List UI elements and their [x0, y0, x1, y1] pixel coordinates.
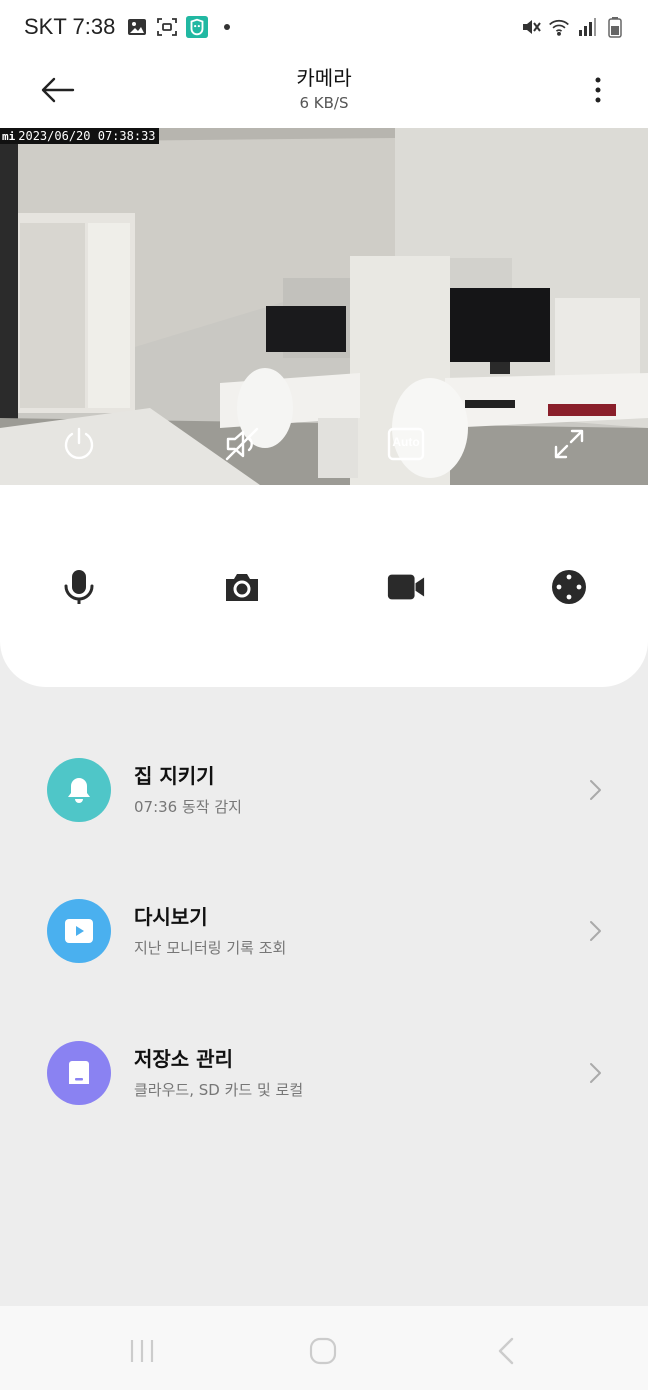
- talk-button[interactable]: [59, 567, 99, 607]
- chevron-right-icon: [590, 1063, 601, 1083]
- recent-apps-button[interactable]: [122, 1336, 162, 1366]
- storage-icon: [69, 1061, 89, 1084]
- direction-pad-icon: [552, 570, 586, 604]
- app-bar: 카메라 6 KB/S: [0, 56, 648, 128]
- list-item-playback[interactable]: 다시보기 지난 모니터링 기록 조회: [0, 899, 648, 1019]
- list-item-home-guard[interactable]: 집 지키기 07:36 동작 감지: [0, 758, 648, 878]
- mi-logo: mi: [2, 129, 16, 143]
- camera-feed[interactable]: mi 2023/06/20 07:38:33 Auto: [0, 128, 648, 485]
- home-button[interactable]: [303, 1336, 343, 1366]
- control-panel: [0, 485, 648, 687]
- microphone-icon: [64, 570, 94, 604]
- back-chevron-icon: [498, 1337, 514, 1365]
- back-nav-button[interactable]: [486, 1336, 526, 1366]
- status-bar: SKT 7:38: [0, 0, 648, 56]
- record-button[interactable]: [386, 567, 426, 607]
- bell-icon: [68, 778, 90, 803]
- ptz-control-button[interactable]: [549, 567, 589, 607]
- list-item-title: 집 지키기: [134, 764, 215, 788]
- list-item-title: 저장소 관리: [134, 1047, 233, 1071]
- snapshot-button[interactable]: [222, 567, 262, 607]
- play-icon: [65, 919, 93, 943]
- wifi-icon: [548, 16, 570, 38]
- screenshot-icon: [156, 16, 178, 38]
- camera-timestamp: mi 2023/06/20 07:38:33: [0, 128, 159, 144]
- expand-icon: [554, 429, 584, 459]
- chevron-right-icon: [590, 780, 601, 800]
- camera-icon: [226, 574, 258, 601]
- notification-dot-icon: [216, 16, 238, 38]
- page-title: 카메라: [296, 66, 352, 90]
- list-item-title: 다시보기: [134, 905, 208, 929]
- storage-icon-circle: [47, 1041, 111, 1105]
- more-vertical-icon: [595, 77, 601, 103]
- home-icon: [309, 1337, 337, 1365]
- timestamp-text: 2023/06/20 07:38:33: [18, 129, 156, 143]
- mute-audio-button[interactable]: [222, 424, 262, 464]
- data-rate: 6 KB/S: [299, 94, 349, 112]
- more-options-button[interactable]: [578, 68, 618, 112]
- battery-icon: [604, 16, 626, 38]
- list-item-subtitle: 지난 모니터링 기록 조회: [134, 939, 287, 957]
- quality-label: Auto: [392, 435, 420, 449]
- mi-home-app-icon: [186, 16, 208, 38]
- quality-auto-button[interactable]: Auto: [386, 424, 426, 464]
- carrier-time: SKT 7:38: [24, 14, 116, 39]
- mute-icon: [520, 16, 542, 38]
- chevron-right-icon: [590, 921, 601, 941]
- list-item-storage[interactable]: 저장소 관리 클라우드, SD 카드 및 로컬: [0, 1041, 648, 1161]
- recent-apps-icon: [130, 1340, 154, 1362]
- video-icon: [387, 574, 425, 600]
- power-button[interactable]: [59, 424, 99, 464]
- system-nav-bar: [0, 1306, 648, 1390]
- list-item-subtitle: 클라우드, SD 카드 및 로컬: [134, 1081, 304, 1099]
- status-icons-right: [520, 16, 626, 38]
- power-icon: [64, 427, 94, 460]
- fullscreen-button[interactable]: [549, 424, 589, 464]
- playback-icon-circle: [47, 899, 111, 963]
- list-item-subtitle: 07:36 동작 감지: [134, 798, 242, 816]
- status-icons-left: [126, 16, 238, 38]
- gallery-icon: [126, 16, 148, 38]
- home-guard-icon-circle: [47, 758, 111, 822]
- speaker-muted-icon: [225, 427, 259, 461]
- signal-icon: [576, 16, 598, 38]
